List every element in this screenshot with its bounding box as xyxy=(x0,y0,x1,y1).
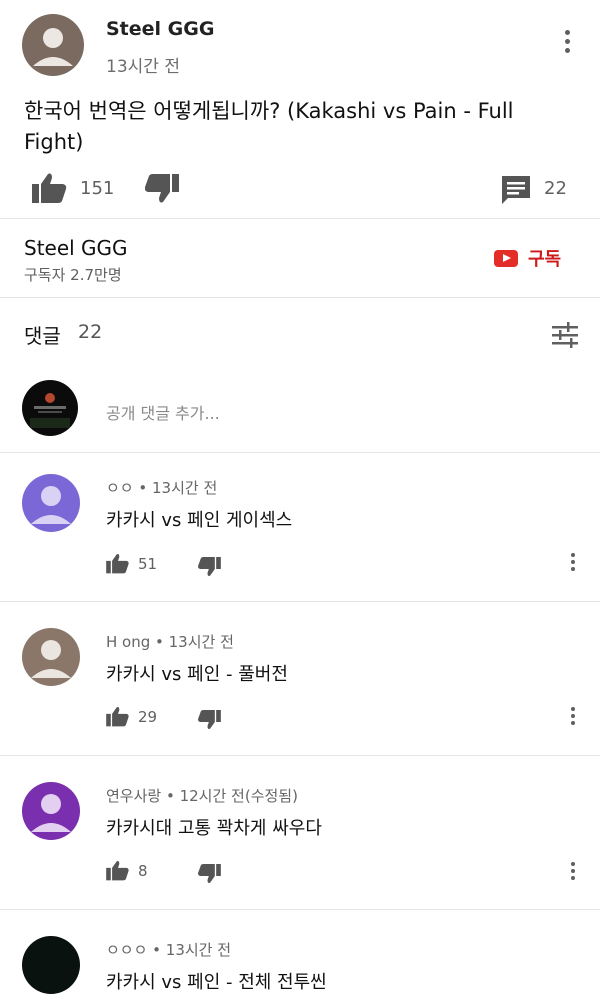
divider xyxy=(0,297,600,298)
comment-meta: H ong • 13시간 전 xyxy=(106,633,234,651)
thumb-down-icon xyxy=(198,557,221,576)
comment-dislike-button[interactable] xyxy=(198,864,222,884)
comment-avatar[interactable] xyxy=(22,936,80,994)
post-like-count: 151 xyxy=(80,178,115,199)
comment-like-button[interactable] xyxy=(106,860,130,881)
comment-like-count: 51 xyxy=(138,555,158,573)
comment-like-button[interactable] xyxy=(106,553,130,574)
thumb-up-icon xyxy=(106,706,129,727)
comment-text: 카카시대 고통 꽉차게 싸우다 xyxy=(106,818,322,839)
thumb-up-icon xyxy=(32,173,67,203)
comment-icon xyxy=(502,176,530,204)
comment-dislike-button[interactable] xyxy=(198,557,222,577)
comments-count: 22 xyxy=(78,321,103,343)
comments-title: 댓글 xyxy=(24,324,61,348)
post-dislike-button[interactable] xyxy=(144,174,179,204)
sort-button[interactable] xyxy=(550,320,580,350)
divider xyxy=(0,755,600,756)
post-reply-button[interactable] xyxy=(500,174,532,206)
comment-text: 카카시 vs 페인 게이섹스 xyxy=(106,510,293,531)
comment-avatar[interactable] xyxy=(22,782,80,840)
comment-like-count: 8 xyxy=(138,862,148,880)
comment-more-icon[interactable] xyxy=(567,553,579,571)
channel-name[interactable]: Steel GGG xyxy=(24,236,128,260)
comment-avatar[interactable] xyxy=(22,474,80,532)
channel-subscriber-count: 구독자 2.7만명 xyxy=(24,266,122,284)
comment-text: 카카시 vs 페인 - 전체 전투씬 xyxy=(106,972,327,993)
divider xyxy=(0,218,600,219)
thumb-up-icon xyxy=(106,860,129,881)
current-user-avatar xyxy=(22,380,78,436)
comment-text: 카카시 vs 페인 - 풀버전 xyxy=(106,664,288,685)
post-more-icon[interactable] xyxy=(561,30,573,53)
thumb-down-icon xyxy=(144,174,179,203)
post-body: 한국어 번역은 어떻게됩니까? (Kakashi vs Pain - Full … xyxy=(24,99,514,154)
comment-meta: ㅇㅇ • 13시간 전 xyxy=(106,479,218,497)
sort-icon xyxy=(552,322,578,348)
thumb-down-icon xyxy=(198,864,221,883)
comment-meta: ㅇㅇㅇ • 13시간 전 xyxy=(106,941,232,959)
comment-meta: 연우사랑 • 12시간 전(수정됨) xyxy=(106,787,298,805)
divider xyxy=(0,452,600,453)
comment-like-count: 29 xyxy=(138,708,158,726)
add-comment-input[interactable]: 공개 댓글 추가... xyxy=(106,400,220,424)
post-timestamp: 13시간 전 xyxy=(106,57,180,77)
post-reply-count: 22 xyxy=(544,178,567,199)
post-author-name[interactable]: Steel GGG xyxy=(106,18,214,40)
comment-more-icon[interactable] xyxy=(567,862,579,880)
thumb-down-icon xyxy=(198,710,221,729)
divider xyxy=(0,601,600,602)
comment-like-button[interactable] xyxy=(106,706,130,727)
comment-more-icon[interactable] xyxy=(567,707,579,725)
comment-dislike-button[interactable] xyxy=(198,710,222,730)
post-like-button[interactable] xyxy=(32,172,68,204)
comment-avatar[interactable] xyxy=(22,628,80,686)
subscribe-button[interactable]: 구독 xyxy=(494,245,561,271)
subscribe-label: 구독 xyxy=(528,249,562,270)
youtube-icon xyxy=(494,249,518,267)
thumb-up-icon xyxy=(106,553,129,574)
post-author-avatar[interactable] xyxy=(22,14,84,76)
divider xyxy=(0,909,600,910)
